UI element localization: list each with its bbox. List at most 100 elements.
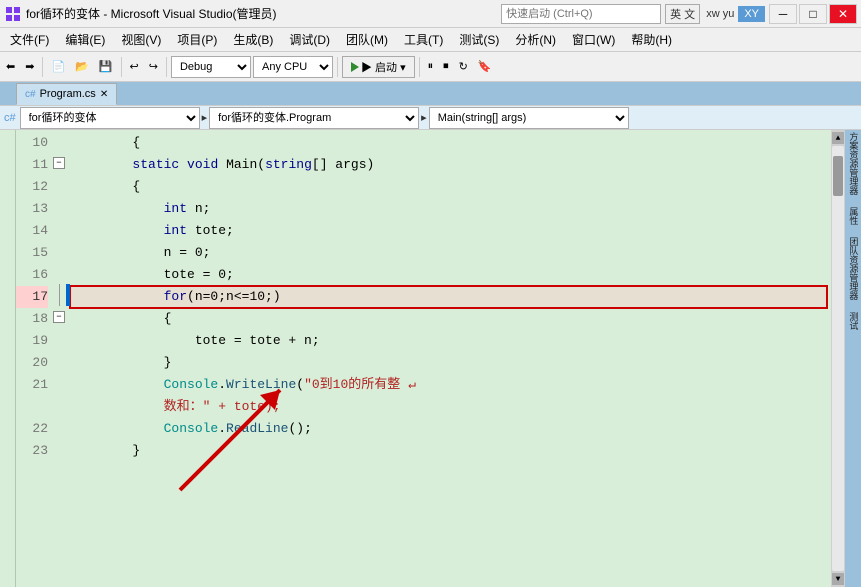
menu-item-工具t[interactable]: 工具(T) xyxy=(396,29,451,50)
fi-arrow-1: ▸ xyxy=(200,111,210,124)
editor-container: 10 11 12 13 14 15 16 17 18 19 20 21 · 22… xyxy=(0,130,861,587)
toolbar-forward-button[interactable]: ➡ xyxy=(21,55,38,79)
fi-icon: c# xyxy=(0,112,20,124)
collapse-main-button[interactable]: − xyxy=(53,157,65,169)
line-num-19: 19 xyxy=(16,330,48,352)
line-num-10: 10 xyxy=(16,132,48,154)
code-editor[interactable]: { static void Main(string[] args) { int … xyxy=(66,130,831,587)
code-line-10: { xyxy=(70,132,827,154)
line-num-23: 23 xyxy=(16,440,48,462)
toolbar-bookmark-button[interactable]: 🔖 xyxy=(474,55,496,79)
line-numbers: 10 11 12 13 14 15 16 17 18 19 20 21 · 22… xyxy=(16,130,52,587)
code-line-16: tote = 0; xyxy=(70,264,827,286)
line-num-21: 21 xyxy=(16,374,48,396)
line-num-18: 18 xyxy=(16,308,48,330)
line-num-14: 14 xyxy=(16,220,48,242)
minimize-button[interactable]: ─ xyxy=(769,4,797,24)
maximize-button[interactable]: □ xyxy=(799,4,827,24)
menu-item-调试d[interactable]: 调试(D) xyxy=(281,29,338,50)
menu-item-团队m[interactable]: 团队(M) xyxy=(338,29,396,50)
code-line-22: Console.ReadLine(); xyxy=(70,418,827,440)
close-button[interactable]: ✕ xyxy=(829,4,857,24)
class-select[interactable]: for循环的变体.Program xyxy=(209,107,419,129)
vs-icon xyxy=(4,5,22,23)
tab-close-button[interactable]: ✕ xyxy=(100,89,108,100)
scroll-thumb[interactable] xyxy=(833,156,843,196)
method-select[interactable]: Main(string[] args) xyxy=(429,107,629,129)
code-line-23: } xyxy=(70,440,827,462)
line-num-11: 11 xyxy=(16,154,48,176)
debug-mode-select[interactable]: Debug Release xyxy=(171,56,251,78)
toolbar-open-button[interactable]: 📂 xyxy=(71,55,93,79)
toolbar-back-button[interactable]: ⬅ xyxy=(2,55,19,79)
line-num-12: 12 xyxy=(16,176,48,198)
file-info-bar: c# for循环的变体 ▸ for循环的变体.Program ▸ Main(st… xyxy=(0,106,861,130)
play-icon xyxy=(351,62,359,72)
vertical-scrollbar[interactable]: ▲ ▼ xyxy=(831,130,845,587)
toolbar: ⬅ ➡ 📄 📂 💾 ↩ ↪ Debug Release Any CPU x86 … xyxy=(0,52,861,82)
line-num-13: 13 xyxy=(16,198,48,220)
side-label-team-explorer[interactable]: 团队资源管理器 xyxy=(847,235,860,302)
cpu-mode-select[interactable]: Any CPU x86 x64 xyxy=(253,56,333,78)
user-initials: XY xyxy=(738,6,765,22)
collapse-for-button[interactable]: − xyxy=(53,311,65,323)
code-line-19: tote = tote + n; xyxy=(70,330,827,352)
namespace-select[interactable]: for循环的变体 xyxy=(20,107,200,129)
tab-area: c# Program.cs ✕ xyxy=(0,82,861,106)
code-line-21-cont: 数和：" + tote); xyxy=(70,396,827,418)
code-line-13: int n; xyxy=(70,198,827,220)
menu-item-视图v[interactable]: 视图(V) xyxy=(113,29,169,50)
current-line-indicator xyxy=(66,284,70,306)
language-indicator: 英 文 xyxy=(665,4,700,24)
toolbar-sep-4 xyxy=(337,57,338,77)
title-bar: for循环的变体 - Microsoft Visual Studio(管理员) … xyxy=(0,0,861,28)
window-controls: ─ □ ✕ xyxy=(769,4,857,24)
menu-item-编辑e[interactable]: 编辑(E) xyxy=(57,29,113,50)
toolbar-sep-5 xyxy=(419,57,420,77)
line-num-21-cont: · xyxy=(16,396,48,418)
side-label-properties[interactable]: 属性 xyxy=(847,205,860,227)
tab-label: Program.cs xyxy=(40,88,96,100)
scroll-up-button[interactable]: ▲ xyxy=(832,132,844,144)
code-line-14: int tote; xyxy=(70,220,827,242)
toolbar-redo-button[interactable]: ↪ xyxy=(145,55,162,79)
menu-item-生成b[interactable]: 生成(B) xyxy=(225,29,281,50)
menu-item-窗口w[interactable]: 窗口(W) xyxy=(564,29,623,50)
quick-launch-input[interactable] xyxy=(501,4,661,24)
line-num-16: 16 xyxy=(16,264,48,286)
toolbar-btn-extra1[interactable]: ⏸ xyxy=(424,55,438,79)
scroll-down-button[interactable]: ▼ xyxy=(832,573,844,585)
menu-bar: 文件(F)编辑(E)视图(V)项目(P)生成(B)调试(D)团队(M)工具(T)… xyxy=(0,28,861,52)
toolbar-btn-extra3[interactable]: ↻ xyxy=(455,55,472,79)
toolbar-sep-1 xyxy=(42,57,43,77)
line-num-15: 15 xyxy=(16,242,48,264)
side-label-solution-explorer[interactable]: 方案资源管理器 xyxy=(847,130,860,197)
toolbar-btn-extra2[interactable]: ⏹ xyxy=(439,55,453,79)
user-name: xw yu xyxy=(706,8,734,20)
toolbar-new-button[interactable]: 📄 xyxy=(47,55,69,79)
line-num-20: 20 xyxy=(16,352,48,374)
tab-program-cs[interactable]: c# Program.cs ✕ xyxy=(16,83,117,105)
side-label-test[interactable]: 测试 xyxy=(847,310,860,332)
window-title: for循环的变体 - Microsoft Visual Studio(管理员) xyxy=(26,5,501,22)
menu-item-分析n[interactable]: 分析(N) xyxy=(507,29,564,50)
toolbar-sep-2 xyxy=(121,57,122,77)
menu-item-测试s[interactable]: 测试(S) xyxy=(451,29,507,50)
collapse-col: − − xyxy=(52,130,66,587)
code-line-21: Console.WriteLine("0到10的所有整 ↵ xyxy=(70,374,827,396)
toolbar-save-button[interactable]: 💾 xyxy=(95,55,117,79)
toolbar-undo-button[interactable]: ↩ xyxy=(126,55,143,79)
code-line-11: static void Main(string[] args) xyxy=(70,154,827,176)
start-label: ▶ 启动 ▾ xyxy=(361,59,406,75)
menu-item-文件f[interactable]: 文件(F) xyxy=(2,29,57,50)
menu-item-帮助h[interactable]: 帮助(H) xyxy=(623,29,680,50)
code-line-18: { xyxy=(70,308,827,330)
menu-item-项目p[interactable]: 项目(P) xyxy=(169,29,225,50)
code-line-12: { xyxy=(70,176,827,198)
line-num-17: 17 xyxy=(16,286,48,308)
scroll-track[interactable] xyxy=(832,146,844,571)
toolbar-sep-3 xyxy=(166,57,167,77)
start-button[interactable]: ▶ 启动 ▾ xyxy=(342,56,415,78)
code-line-20: } xyxy=(70,352,827,374)
right-side-panel: 方案资源管理器 属性 团队资源管理器 测试 xyxy=(845,130,861,587)
